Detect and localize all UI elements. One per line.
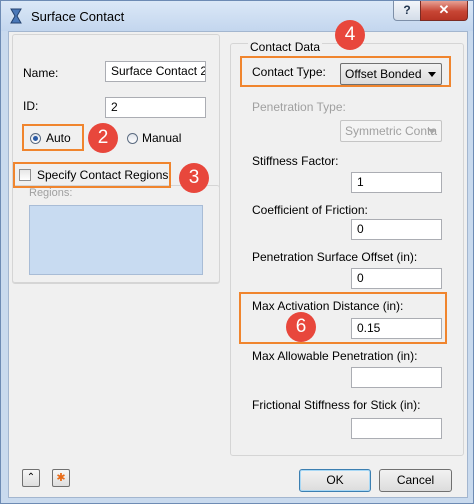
- frictional-stiffness-label: Frictional Stiffness for Stick (in):: [252, 398, 421, 412]
- penetration-type-label: Penetration Type:: [252, 100, 346, 114]
- callout-6: 6: [286, 312, 316, 342]
- manual-radio[interactable]: [127, 133, 138, 144]
- penetration-type-value: Symmetric Conta: [345, 124, 438, 138]
- collapse-icon: ⌃: [26, 472, 36, 483]
- callout-4: 4: [335, 20, 365, 50]
- max-allowable-label: Max Allowable Penetration (in):: [252, 349, 418, 363]
- name-field[interactable]: Surface Contact 2: [105, 61, 206, 82]
- chevron-down-icon: [428, 72, 436, 77]
- frictional-stiffness-field[interactable]: [351, 418, 442, 439]
- cancel-button[interactable]: Cancel: [379, 469, 452, 492]
- contact-type-label: Contact Type:: [252, 65, 326, 79]
- specify-regions-label: Specify Contact Regions: [37, 168, 169, 182]
- contact-data-label: Contact Data: [248, 40, 323, 54]
- help-button[interactable]: ?: [393, 1, 421, 21]
- id-field[interactable]: 2: [105, 97, 206, 118]
- ok-button[interactable]: OK: [299, 469, 371, 492]
- chevron-down-icon: [428, 129, 436, 134]
- friction-label: Coefficient of Friction:: [252, 203, 368, 217]
- stiffness-factor-field[interactable]: 1: [351, 172, 442, 193]
- id-label: ID:: [23, 99, 39, 113]
- dialog-window: Surface Contact ? ✕ Name: Surface Contac…: [0, 0, 474, 504]
- auto-radio[interactable]: [30, 133, 41, 144]
- max-activation-field[interactable]: 0.15: [351, 318, 442, 339]
- pen-offset-field[interactable]: 0: [351, 268, 442, 289]
- max-allowable-field[interactable]: [351, 367, 442, 388]
- star-icon: ✱: [56, 472, 66, 484]
- manual-label: Manual: [142, 131, 182, 145]
- name-label: Name:: [23, 66, 59, 80]
- options-button[interactable]: ✱: [52, 469, 70, 487]
- auto-label: Auto: [46, 131, 71, 145]
- callout-3: 3: [179, 163, 209, 193]
- pen-offset-label: Penetration Surface Offset (in):: [252, 250, 418, 264]
- dialog-client: Name: Surface Contact 2 ID: 2 Auto 2 Man…: [8, 20, 468, 498]
- collapse-button[interactable]: ⌃: [22, 469, 40, 487]
- penetration-type-select[interactable]: Symmetric Conta: [340, 120, 442, 142]
- friction-field[interactable]: 0: [351, 219, 442, 240]
- window-title: Surface Contact: [31, 9, 125, 24]
- regions-label: Regions:: [29, 187, 73, 199]
- contact-type-value: Offset Bonded: [345, 67, 422, 81]
- close-button[interactable]: ✕: [420, 1, 468, 21]
- app-icon: [10, 8, 22, 24]
- max-activation-label: Max Activation Distance (in):: [252, 299, 404, 313]
- callout-2: 2: [88, 123, 118, 153]
- title-bar: Surface Contact ? ✕: [1, 1, 473, 31]
- regions-list[interactable]: [29, 205, 203, 275]
- specify-regions-checkbox[interactable]: [19, 169, 31, 181]
- contact-type-select[interactable]: Offset Bonded: [340, 63, 442, 85]
- stiffness-factor-label: Stiffness Factor:: [252, 154, 339, 168]
